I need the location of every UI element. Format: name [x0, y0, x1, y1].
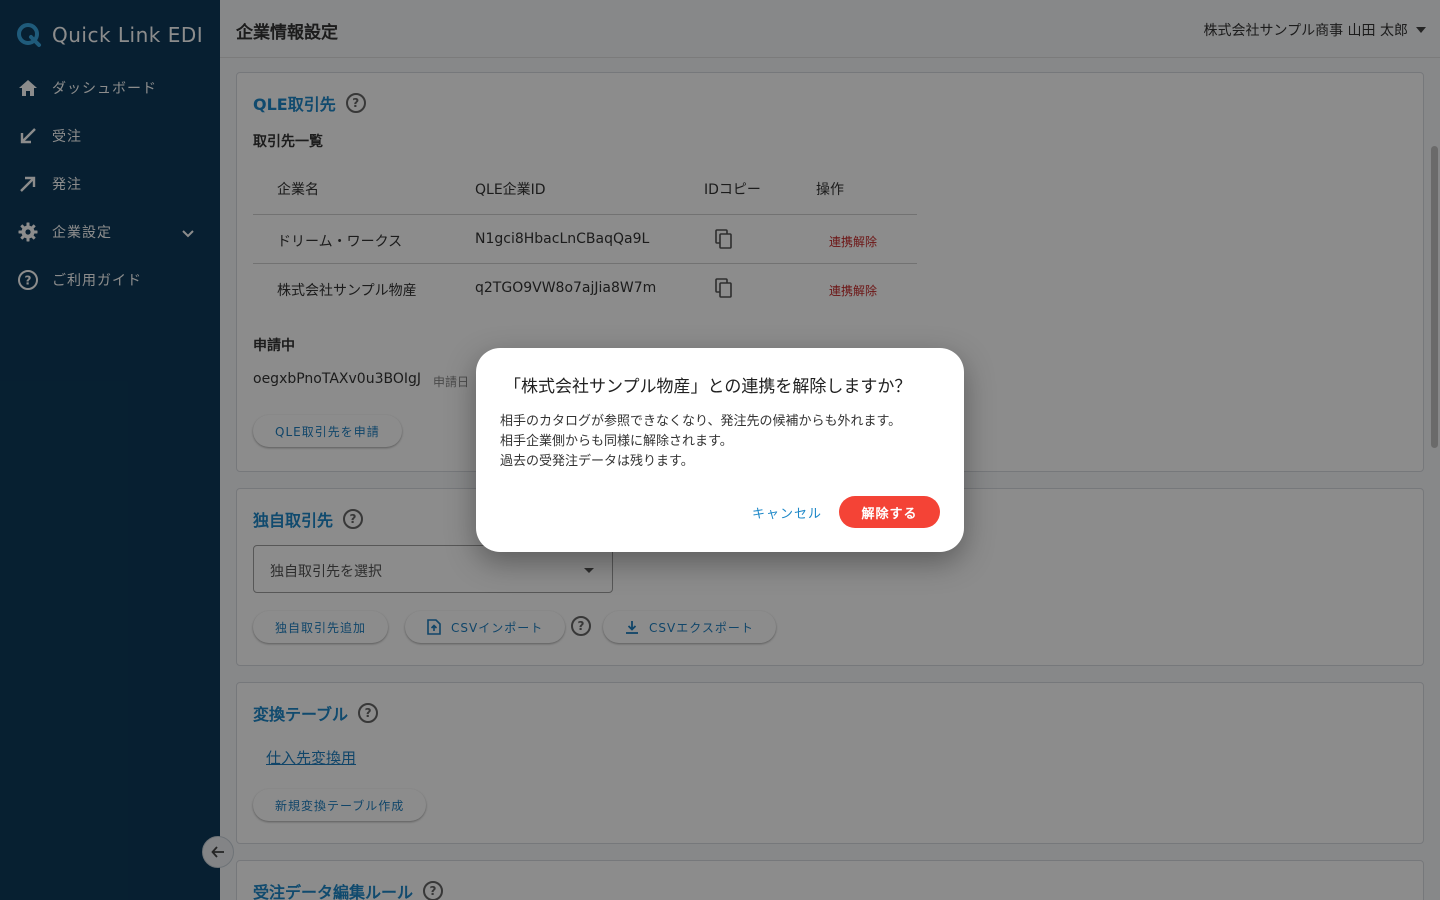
cancel-button[interactable]: キャンセル — [740, 496, 834, 528]
dialog-line: 過去の受発注データは残ります。 — [500, 454, 694, 469]
dialog-title: 「株式会社サンプル物産」との連携を解除しますか？ — [504, 377, 912, 397]
dialog-line: 相手企業側からも同様に解除されます。 — [500, 434, 733, 449]
dialog-line: 相手のカタログが参照できなくなり、発注先の候補からも外れます。 — [500, 414, 902, 429]
dialog-body: 相手のカタログが参照できなくなり、発注先の候補からも外れます。 相手企業側からも… — [500, 412, 901, 472]
confirm-unlink-button[interactable]: 解除する — [839, 496, 940, 528]
unlink-confirm-dialog: 「株式会社サンプル物産」との連携を解除しますか？ 相手のカタログが参照できなくな… — [476, 348, 964, 552]
